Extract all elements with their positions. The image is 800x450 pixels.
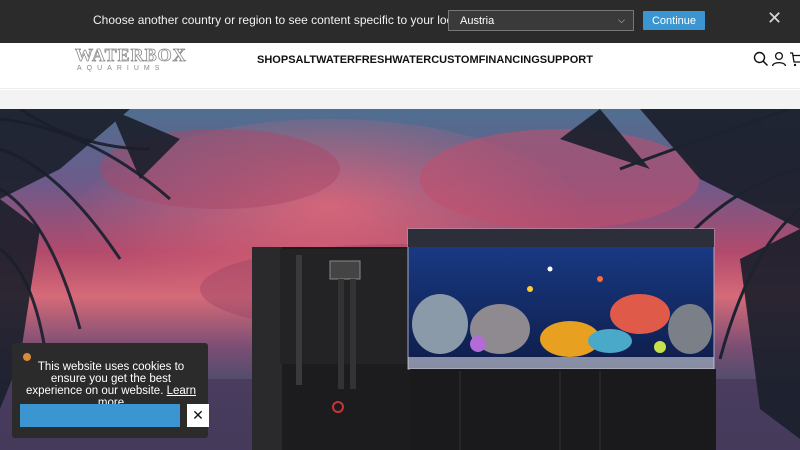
close-icon[interactable]: ✕ (767, 8, 782, 28)
nav-item-saltwater[interactable]: SALTWATER (288, 54, 355, 66)
nav-item-freshwater[interactable]: FRESHWATER (355, 54, 431, 66)
announcement-strip (0, 90, 800, 109)
nav-item-support[interactable]: SUPPORT (540, 54, 593, 66)
country-select-value: Austria (460, 14, 495, 27)
site-header: WATERBOX AQUARIUMS SHOP SALTWATER FRESHW… (0, 43, 800, 89)
cookie-text: This website uses cookies to ensure you … (25, 361, 185, 397)
nav-item-financing[interactable]: FINANCING (479, 54, 540, 66)
search-icon[interactable] (753, 51, 769, 67)
logo[interactable]: WATERBOX AQUARIUMS (75, 45, 187, 76)
country-select[interactable]: Austria ⌵ (448, 10, 634, 31)
chevron-down-icon: ⌵ (618, 15, 625, 25)
cart-icon[interactable] (789, 51, 800, 67)
close-icon[interactable]: ✕ (187, 404, 209, 427)
logo-subtext: AQUARIUMS (77, 65, 165, 72)
account-icon[interactable] (771, 51, 787, 67)
header-icons (753, 51, 800, 67)
country-banner-message: Choose another country or region to see … (93, 13, 482, 27)
nav-item-custom[interactable]: CUSTOM (431, 54, 478, 66)
cookie-popup: This website uses cookies to ensure you … (12, 343, 209, 438)
nav-item-shop[interactable]: SHOP (257, 54, 288, 66)
cookie-icon (23, 353, 31, 361)
continue-button[interactable]: Continue (643, 11, 705, 30)
main-nav: SHOP SALTWATER FRESHWATER CUSTOM FINANCI… (257, 54, 593, 66)
country-banner: Choose another country or region to see … (0, 0, 800, 43)
cookie-message: This website uses cookies to ensure you … (22, 361, 200, 409)
cookie-accept-button[interactable] (20, 404, 180, 427)
logo-wordmark: WATERBOX (75, 45, 187, 65)
